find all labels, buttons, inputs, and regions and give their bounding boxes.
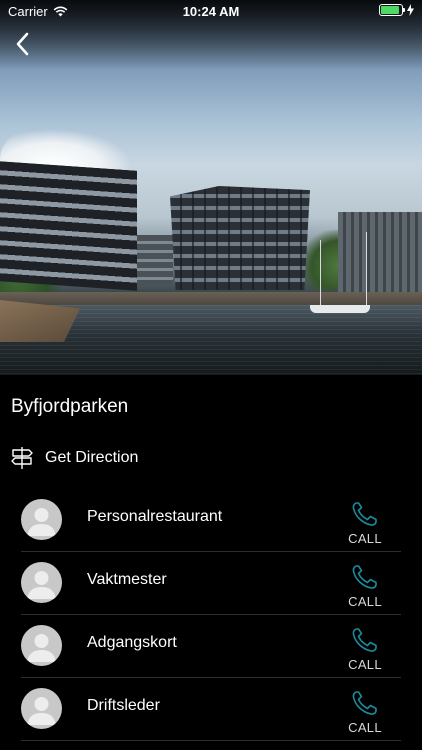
avatar: [21, 562, 62, 603]
contact-name: Adgangskort: [87, 634, 177, 651]
battery-icon: [379, 4, 405, 16]
sailboat-mast: [366, 232, 367, 306]
call-button[interactable]: CALL: [345, 627, 385, 673]
list-item: Driftsleder CALL: [21, 678, 401, 741]
call-label: CALL: [348, 594, 382, 609]
hero-image: [0, 0, 422, 375]
avatar: [21, 625, 62, 666]
phone-icon: [352, 691, 377, 715]
call-label: CALL: [348, 657, 382, 672]
call-label: CALL: [348, 720, 382, 735]
clock: 10:24 AM: [182, 4, 240, 19]
back-button[interactable]: [8, 28, 36, 60]
get-direction-label: Get Direction: [45, 449, 139, 466]
building: [338, 212, 422, 298]
list-item: Vaktmester CALL: [21, 552, 401, 615]
contact-name: Driftsleder: [87, 697, 160, 714]
phone-icon: [352, 565, 377, 589]
list-item: Adgangskort CALL: [21, 615, 401, 678]
phone-icon: [352, 628, 377, 652]
building: [0, 161, 137, 291]
charging-bolt-icon: [407, 4, 414, 16]
battery-info: [379, 4, 414, 16]
building: [137, 235, 173, 285]
list-item: Personalrestaurant CALL: [21, 489, 401, 552]
sailboat: [310, 305, 370, 313]
chevron-left-icon: [16, 32, 29, 56]
signpost-icon: [11, 447, 33, 469]
call-label: CALL: [348, 531, 382, 546]
building: [170, 186, 310, 290]
person-icon: [27, 634, 56, 662]
person-icon: [27, 571, 56, 599]
get-direction-button[interactable]: Get Direction: [11, 444, 138, 472]
contact-list: Personalrestaurant CALL Vaktmester CALL: [21, 489, 401, 741]
person-icon: [27, 697, 56, 725]
battery-level: [381, 6, 399, 14]
avatar: [21, 499, 62, 540]
status-bar: Carrier 10:24 AM: [0, 0, 422, 22]
sailboat-mast: [320, 240, 321, 306]
avatar: [21, 688, 62, 729]
page-title: Byfjordparken: [11, 396, 129, 417]
call-button[interactable]: CALL: [345, 690, 385, 736]
person-icon: [27, 508, 56, 536]
battery-tip: [403, 8, 405, 12]
phone-icon: [352, 502, 377, 526]
call-button[interactable]: CALL: [345, 501, 385, 547]
contact-name: Personalrestaurant: [87, 508, 223, 525]
shoreline: [0, 292, 422, 306]
contact-name: Vaktmester: [87, 571, 167, 588]
call-button[interactable]: CALL: [345, 564, 385, 610]
